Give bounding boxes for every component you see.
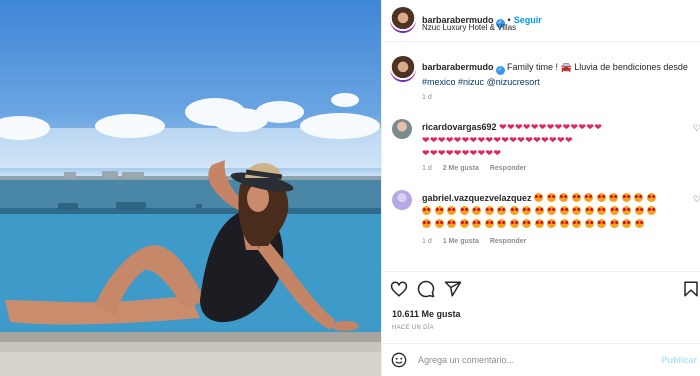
heart-eyes-emoji-icon <box>609 206 619 215</box>
caption-text: Family time ! <box>507 62 561 72</box>
comment-meta: 1 d 1 Me gusta Responder <box>422 238 535 245</box>
heart-eyes-emoji-icon <box>497 219 506 228</box>
caption-time: 1 d <box>422 94 432 101</box>
comment-text: gabriel.vazquezvelazquez <box>422 192 684 231</box>
heart-eyes-emoji-icon <box>622 219 631 228</box>
post-timestamp: HACE UN DÍA <box>392 325 434 331</box>
heart-eyes-emoji-icon <box>572 219 581 228</box>
heart-eyes-emoji-icon <box>522 219 531 228</box>
heart-eyes-emoji-icon <box>634 193 644 202</box>
heart-eyes-emoji-icon <box>422 219 431 228</box>
heart-eyes-emoji-icon <box>447 219 456 228</box>
heart-eyes-emoji-icon <box>447 206 456 215</box>
heart-eyes-emoji-icon <box>571 193 581 202</box>
heart-eyes-emoji-icon <box>597 206 606 215</box>
comment-time: 1 d <box>422 238 432 245</box>
comment-hearts-1: ❤❤❤❤❤❤❤❤❤❤❤❤❤ <box>499 122 603 132</box>
heart-eyes-emoji-icon <box>484 206 494 215</box>
hashtag-mexico[interactable]: #mexico <box>422 77 456 87</box>
heart-eyes-emoji-icon <box>559 219 569 228</box>
comment-meta: 1 d 2 Me gusta Responder <box>422 165 535 172</box>
commenter-username[interactable]: gabriel.vazquezvelazquez <box>422 193 532 203</box>
caption-author-avatar[interactable] <box>390 56 416 82</box>
share-icon[interactable] <box>444 280 462 298</box>
comment-likes[interactable]: 2 Me gusta <box>443 165 479 172</box>
heart-eyes-emoji-icon <box>609 193 619 202</box>
mention-nizucresort[interactable]: @nizucresort <box>487 77 540 87</box>
comment-icon[interactable] <box>417 280 435 298</box>
heart-eyes-emoji-icon <box>596 193 606 202</box>
heart-eyes-emoji-icon <box>597 219 606 228</box>
heart-eyes-emoji-icon <box>646 193 656 202</box>
comment-emojis-1 <box>534 193 659 203</box>
post-caption: barbarabermudo ✓ Family time ! 🚘 Lluvia d… <box>422 60 692 89</box>
heart-eyes-emoji-icon <box>534 193 544 202</box>
comment-likes[interactable]: 1 Me gusta <box>443 238 479 245</box>
commenter-avatar[interactable] <box>392 190 412 210</box>
comment-like-heart-icon[interactable]: ♡ <box>693 194 700 205</box>
heart-eyes-emoji-icon <box>572 206 581 215</box>
comment-hearts-2: ❤❤❤❤❤❤❤❤❤❤❤❤❤❤❤❤❤❤❤ <box>422 135 573 145</box>
heart-eyes-emoji-icon <box>422 206 431 215</box>
add-comment-bar: Publicar <box>382 343 700 376</box>
publish-button[interactable]: Publicar <box>661 355 697 365</box>
heart-eyes-emoji-icon <box>559 206 569 215</box>
heart-eyes-emoji-icon <box>584 193 594 202</box>
comment-hearts-3: ❤❤❤❤❤❤❤❤❤❤ <box>422 148 502 158</box>
comments-section[interactable]: barbarabermudo ✓ Family time ! 🚘 Lluvia d… <box>382 43 700 271</box>
heart-eyes-emoji-icon <box>484 219 494 228</box>
comment-text: ricardovargas692 ❤❤❤❤❤❤❤❤❤❤❤❤❤ ❤❤❤❤❤❤❤❤❤… <box>422 121 684 160</box>
heart-eyes-emoji-icon <box>634 206 644 215</box>
heart-eyes-emoji-icon <box>509 219 519 228</box>
heart-eyes-emoji-icon <box>534 219 544 228</box>
heart-eyes-emoji-icon <box>459 206 469 215</box>
heart-eyes-emoji-icon <box>546 193 556 202</box>
heart-eyes-emoji-icon <box>522 206 531 215</box>
post-header: barbarabermudo ✓ • Seguir Nzuc Luxury Hotel… <box>382 0 700 42</box>
reply-button[interactable]: Responder <box>490 238 527 245</box>
verified-badge-icon: ✓ <box>495 66 505 75</box>
post-photo[interactable] <box>0 0 381 376</box>
post-actions: 10.611 Me gusta HACE UN DÍA <box>382 271 700 331</box>
heart-eyes-emoji-icon <box>547 219 556 228</box>
heart-eyes-emoji-icon <box>584 206 594 215</box>
heart-eyes-emoji-icon <box>472 206 481 215</box>
comment-emojis-3 <box>422 219 647 229</box>
author-avatar[interactable] <box>390 7 416 33</box>
heart-eyes-emoji-icon <box>647 206 656 215</box>
heart-eyes-emoji-icon <box>622 206 631 215</box>
caption-username[interactable]: barbarabermudo <box>422 62 494 72</box>
heart-eyes-emoji-icon <box>621 193 631 202</box>
heart-eyes-emoji-icon <box>459 219 469 228</box>
heart-eyes-emoji-icon <box>559 193 569 202</box>
emoji-icon[interactable] <box>391 352 407 368</box>
heart-eyes-emoji-icon <box>434 206 444 215</box>
heart-eyes-emoji-icon <box>547 206 556 215</box>
likes-count[interactable]: 10.611 Me gusta <box>392 309 461 319</box>
heart-eyes-emoji-icon <box>434 219 444 228</box>
comment-emojis-2 <box>422 206 660 216</box>
car-emoji-icon: 🚘 <box>560 62 572 72</box>
heart-eyes-emoji-icon <box>497 206 506 215</box>
heart-eyes-emoji-icon <box>534 206 544 215</box>
follow-button[interactable]: Seguir <box>514 15 542 25</box>
heart-eyes-emoji-icon <box>609 219 619 228</box>
post-location[interactable]: Nzuc Luxury Hotel & Villas <box>422 23 516 32</box>
bookmark-icon[interactable] <box>682 280 700 298</box>
hashtag-nizuc[interactable]: #nizuc <box>458 77 484 87</box>
comment-time: 1 d <box>422 165 432 172</box>
heart-eyes-emoji-icon <box>584 219 594 228</box>
comment-input[interactable] <box>418 352 648 368</box>
comment-like-heart-icon[interactable]: ♡ <box>693 123 700 134</box>
post-details-panel: barbarabermudo ✓ • Seguir Nzuc Luxury Hotel… <box>381 0 700 376</box>
heart-eyes-emoji-icon <box>634 219 644 228</box>
caption-text-2: Lluvia de bendiciones desde <box>571 62 688 72</box>
heart-eyes-emoji-icon <box>472 219 481 228</box>
heart-eyes-emoji-icon <box>509 206 519 215</box>
heart-icon[interactable] <box>390 280 408 298</box>
photo-scene <box>0 93 381 376</box>
reply-button[interactable]: Responder <box>490 165 527 172</box>
commenter-avatar[interactable] <box>392 119 412 139</box>
commenter-username[interactable]: ricardovargas692 <box>422 122 497 132</box>
